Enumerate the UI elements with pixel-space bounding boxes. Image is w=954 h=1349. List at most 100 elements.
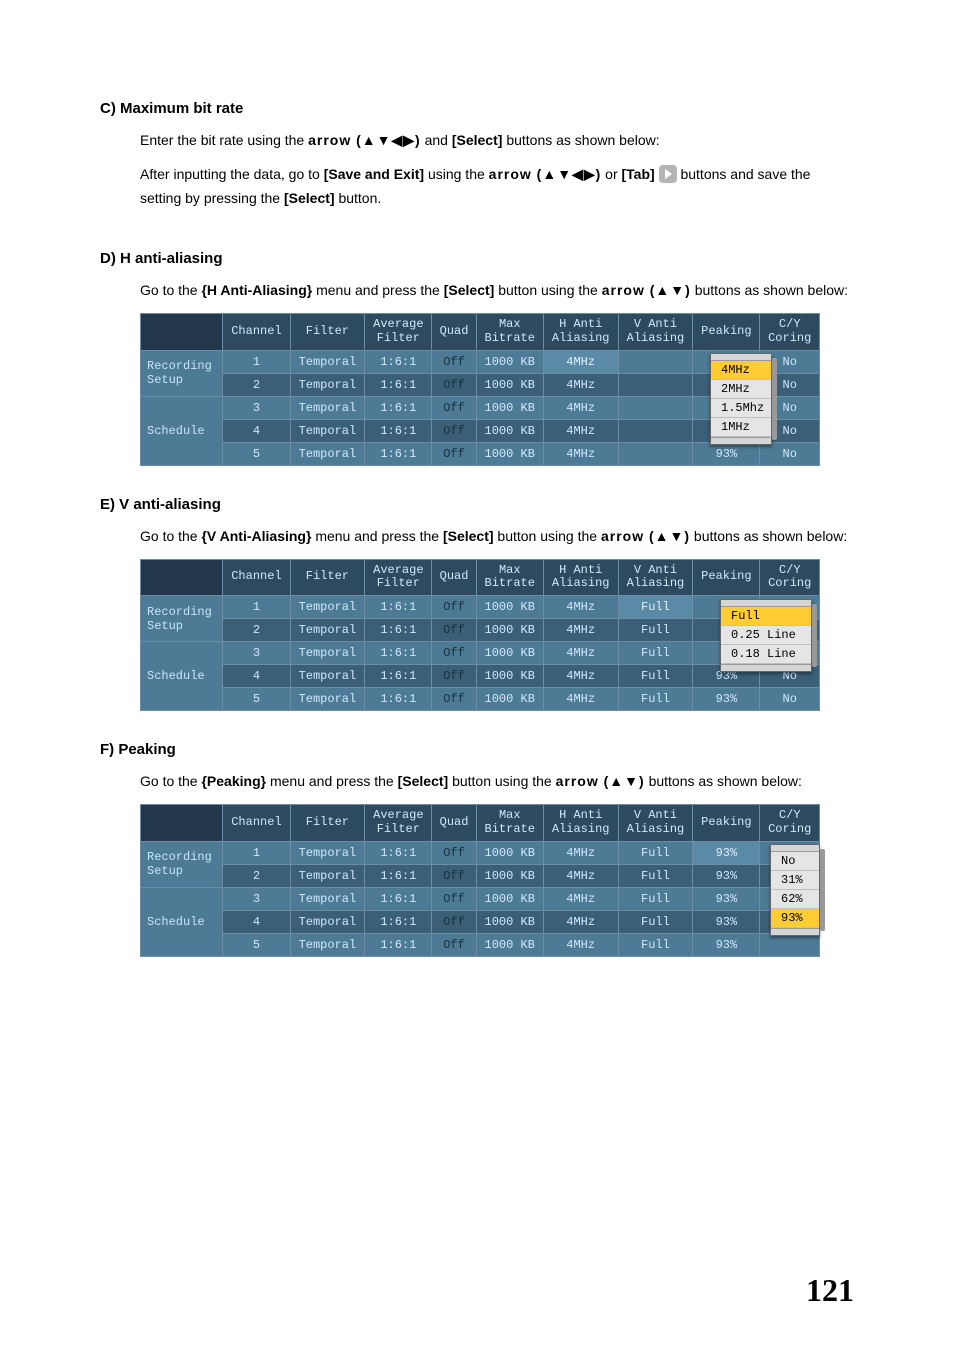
table-cell[interactable]: 4MHz	[543, 373, 618, 396]
table-cell[interactable]: Full	[618, 864, 693, 887]
dropdown-option[interactable]: 1MHz	[711, 418, 771, 437]
table-cell[interactable]: 5	[223, 688, 290, 711]
scrollbar[interactable]	[812, 604, 817, 667]
table-cell[interactable]: 93%	[693, 887, 760, 910]
sidebar-item-schedule[interactable]: Schedule	[141, 396, 223, 465]
table-cell[interactable]: Off	[432, 350, 476, 373]
table-cell[interactable]: 1	[223, 596, 290, 619]
table-cell[interactable]: 93%	[693, 688, 760, 711]
table-cell[interactable]: Off	[432, 642, 476, 665]
table-cell[interactable]: 1:6:1	[365, 350, 432, 373]
dropdown-option[interactable]: 1.5Mhz	[711, 399, 771, 418]
table-cell[interactable]: 4MHz	[543, 419, 618, 442]
table-cell[interactable]: Temporal	[290, 688, 365, 711]
table-cell[interactable]: 1:6:1	[365, 864, 432, 887]
table-cell[interactable]: 4MHz	[543, 642, 618, 665]
table-cell[interactable]: 4MHz	[543, 396, 618, 419]
sidebar-item-schedule[interactable]: Schedule	[141, 642, 223, 711]
table-cell[interactable]: 1:6:1	[365, 665, 432, 688]
table-cell[interactable]: Full	[618, 596, 693, 619]
table-cell[interactable]: Off	[432, 373, 476, 396]
dropdown-menu[interactable]: No31%62%93%	[770, 844, 820, 936]
table-cell[interactable]: 1000 KB	[476, 350, 543, 373]
table-cell[interactable]: 1000 KB	[476, 887, 543, 910]
table-cell[interactable]: 4	[223, 665, 290, 688]
table-cell[interactable]: Temporal	[290, 619, 365, 642]
table-cell[interactable]: 1000 KB	[476, 396, 543, 419]
table-cell[interactable]: 1:6:1	[365, 688, 432, 711]
sidebar-item-recording-setup[interactable]: RecordingSetup	[141, 841, 223, 887]
table-cell[interactable]: Off	[432, 887, 476, 910]
table-cell[interactable]: 93%	[693, 910, 760, 933]
table-cell[interactable]: 93%	[693, 933, 760, 956]
table-cell[interactable]: 1:6:1	[365, 596, 432, 619]
table-cell[interactable]: 5	[223, 442, 290, 465]
table-cell[interactable]: Off	[432, 419, 476, 442]
table-cell[interactable]: Temporal	[290, 442, 365, 465]
table-cell[interactable]: 1:6:1	[365, 887, 432, 910]
table-cell[interactable]: Temporal	[290, 910, 365, 933]
table-cell[interactable]: Temporal	[290, 396, 365, 419]
table-cell[interactable]: Off	[432, 841, 476, 864]
table-cell[interactable]: 1000 KB	[476, 442, 543, 465]
dropdown-option[interactable]: 2MHz	[711, 380, 771, 399]
table-cell[interactable]: Off	[432, 910, 476, 933]
table-cell[interactable]: 93%	[693, 841, 760, 864]
table-cell[interactable]: 1000 KB	[476, 665, 543, 688]
dropdown-option[interactable]: 0.18 Line	[721, 645, 811, 664]
sidebar-item-recording-setup[interactable]: RecordingSetup	[141, 596, 223, 642]
table-cell[interactable]	[618, 396, 693, 419]
table-cell[interactable]: 1:6:1	[365, 841, 432, 864]
table-cell[interactable]: 4MHz	[543, 619, 618, 642]
table-cell[interactable]: 1	[223, 841, 290, 864]
table-cell[interactable]: 2	[223, 619, 290, 642]
table-cell[interactable]: 3	[223, 396, 290, 419]
table-cell[interactable]: 1000 KB	[476, 933, 543, 956]
table-cell[interactable]: 1:6:1	[365, 373, 432, 396]
table-cell[interactable]	[618, 442, 693, 465]
table-cell[interactable]: 4MHz	[543, 350, 618, 373]
table-cell[interactable]: Temporal	[290, 419, 365, 442]
table-cell[interactable]: Off	[432, 596, 476, 619]
table-cell[interactable]: Off	[432, 933, 476, 956]
table-cell[interactable]: 2	[223, 864, 290, 887]
dropdown-option[interactable]: 93%	[771, 909, 819, 928]
table-cell[interactable]: Off	[432, 619, 476, 642]
table-cell[interactable]: 4	[223, 910, 290, 933]
table-cell[interactable]: 2	[223, 373, 290, 396]
table-cell[interactable]: Full	[618, 665, 693, 688]
table-cell[interactable]: Off	[432, 688, 476, 711]
table-cell[interactable]: 1:6:1	[365, 933, 432, 956]
table-cell[interactable]: Full	[618, 619, 693, 642]
dropdown-option[interactable]: 62%	[771, 890, 819, 909]
table-cell[interactable]: Temporal	[290, 642, 365, 665]
table-cell[interactable]: 1	[223, 350, 290, 373]
table-cell[interactable]	[618, 419, 693, 442]
sidebar-item-schedule[interactable]: Schedule	[141, 887, 223, 956]
table-cell[interactable]: Off	[432, 442, 476, 465]
table-cell[interactable]: 4MHz	[543, 665, 618, 688]
table-cell[interactable]: Temporal	[290, 373, 365, 396]
table-cell[interactable]: 1000 KB	[476, 642, 543, 665]
table-cell[interactable]: 1000 KB	[476, 373, 543, 396]
dropdown-option[interactable]: 0.25 Line	[721, 626, 811, 645]
dropdown-option[interactable]: No	[771, 852, 819, 871]
table-cell[interactable]: 4MHz	[543, 910, 618, 933]
table-cell[interactable]: 1:6:1	[365, 442, 432, 465]
dropdown-option[interactable]: 4MHz	[711, 361, 771, 380]
table-cell[interactable]: 1000 KB	[476, 688, 543, 711]
table-cell[interactable]: Temporal	[290, 350, 365, 373]
table-cell[interactable]: 4MHz	[543, 887, 618, 910]
table-cell[interactable]: 5	[223, 933, 290, 956]
table-cell[interactable]: 1000 KB	[476, 619, 543, 642]
table-cell[interactable]: 3	[223, 642, 290, 665]
table-cell[interactable]: 4	[223, 419, 290, 442]
table-cell[interactable]: Full	[618, 887, 693, 910]
sidebar-item-recording-setup[interactable]: RecordingSetup	[141, 350, 223, 396]
table-cell[interactable]: 4MHz	[543, 442, 618, 465]
table-cell[interactable]: 1:6:1	[365, 910, 432, 933]
table-cell[interactable]: No	[760, 688, 820, 711]
dropdown-option[interactable]: Full	[721, 607, 811, 626]
table-cell[interactable]: Off	[432, 665, 476, 688]
table-cell[interactable]	[618, 350, 693, 373]
